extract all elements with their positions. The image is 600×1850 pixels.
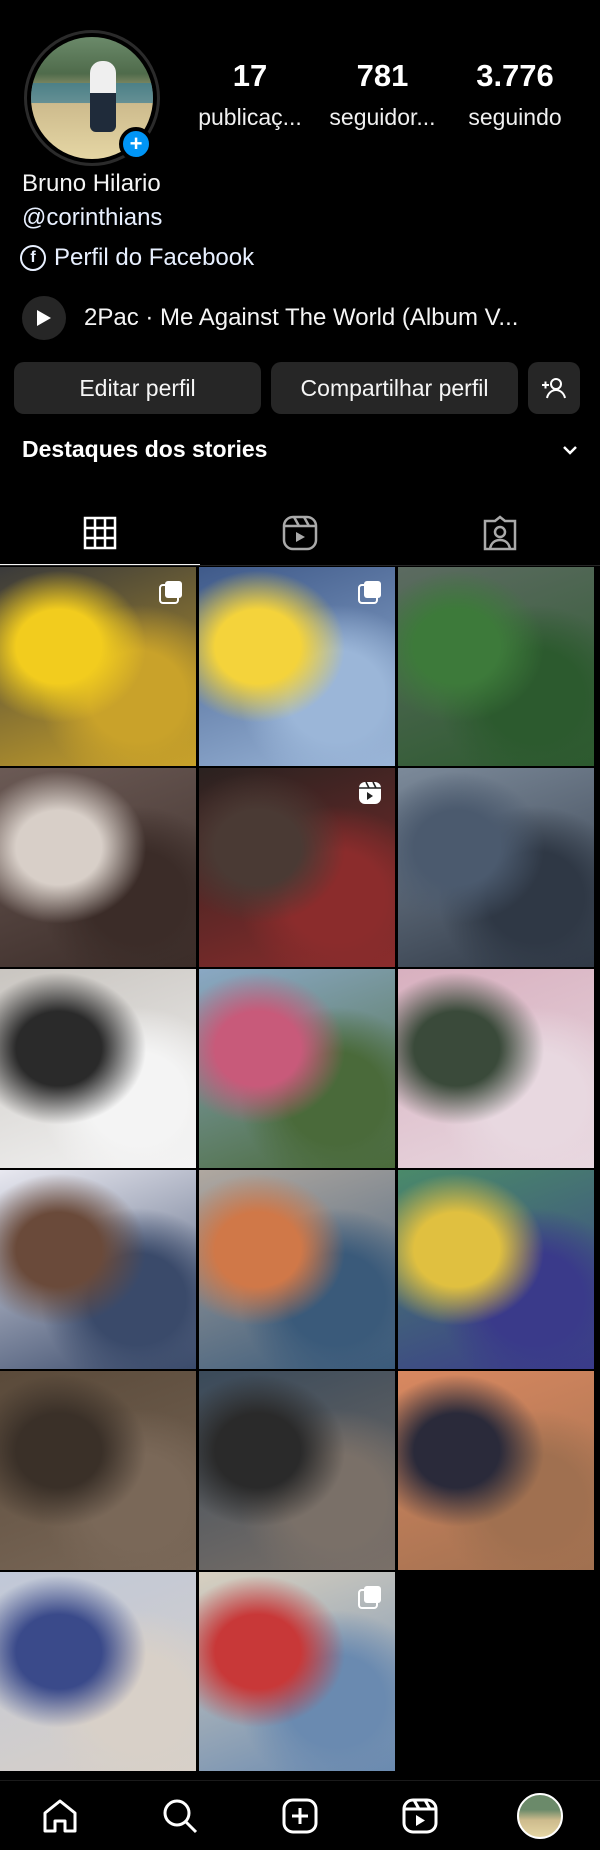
tabs-divider — [0, 565, 600, 566]
play-icon[interactable] — [22, 296, 66, 340]
music-track-label: 2Pac · Me Against The World (Album V... — [84, 304, 519, 331]
post-thumbnail[interactable] — [0, 1170, 196, 1369]
post-thumbnail[interactable] — [0, 567, 196, 766]
facebook-profile-link[interactable]: f Perfil do Facebook — [20, 244, 254, 272]
post-thumbnail[interactable] — [398, 969, 594, 1168]
post-thumbnail[interactable] — [199, 567, 395, 766]
stat-following[interactable]: 3.776 seguindo — [450, 58, 580, 131]
carousel-icon — [358, 581, 381, 604]
post-thumbnail[interactable] — [0, 969, 196, 1168]
post-thumbnail[interactable] — [0, 1371, 196, 1570]
post-thumbnail[interactable] — [398, 1170, 594, 1369]
tab-posts[interactable] — [0, 500, 200, 566]
profile-bio-link[interactable]: @corinthians — [22, 204, 162, 232]
nav-home[interactable] — [30, 1786, 90, 1846]
chevron-down-icon — [563, 445, 577, 455]
facebook-icon: f — [20, 245, 46, 271]
search-icon — [163, 1799, 198, 1833]
reels-icon — [402, 1798, 438, 1833]
stat-followers[interactable]: 781 seguidor... — [318, 58, 448, 131]
add-person-icon — [542, 378, 566, 399]
post-thumbnail[interactable] — [199, 1170, 395, 1369]
story-highlights-header[interactable]: Destaques dos stories — [22, 436, 578, 463]
bottom-navigation — [0, 1780, 600, 1850]
share-profile-button[interactable]: Compartilhar perfil — [271, 362, 518, 414]
carousel-icon — [358, 1586, 381, 1609]
profile-name: Bruno Hilario — [22, 170, 161, 197]
nav-search[interactable] — [150, 1786, 210, 1846]
nav-create[interactable] — [270, 1786, 330, 1846]
stat-posts[interactable]: 17 publicaç... — [185, 58, 315, 131]
post-thumbnail[interactable] — [199, 969, 395, 1168]
create-icon — [282, 1798, 318, 1833]
stat-label: seguidor... — [329, 104, 436, 130]
stat-value: 781 — [356, 58, 409, 93]
stat-label: seguindo — [468, 104, 562, 130]
profile-tabs — [0, 500, 600, 566]
post-thumbnail[interactable] — [398, 768, 594, 967]
profile-page: + 17 publicaç... 781 seguidor... 3.776 s… — [0, 0, 600, 1850]
profile-music[interactable]: 2Pac · Me Against The World (Album V... — [22, 296, 518, 340]
reel-icon — [359, 781, 381, 804]
stat-value: 3.776 — [476, 58, 554, 93]
post-thumbnail[interactable] — [199, 1572, 395, 1771]
reels-icon — [282, 515, 318, 551]
tab-tagged[interactable] — [400, 500, 600, 566]
post-thumbnail[interactable] — [398, 567, 594, 766]
post-thumbnail[interactable] — [199, 1371, 395, 1570]
post-thumbnail[interactable] — [0, 1572, 196, 1771]
nav-profile[interactable] — [510, 1786, 570, 1846]
stat-value: 17 — [232, 58, 268, 93]
post-thumbnail[interactable] — [199, 768, 395, 967]
post-thumbnail[interactable] — [398, 1371, 594, 1570]
discover-people-button[interactable] — [528, 362, 580, 414]
highlights-title: Destaques dos stories — [22, 436, 268, 462]
nav-reels[interactable] — [390, 1786, 450, 1846]
facebook-link-label: Perfil do Facebook — [54, 244, 255, 271]
profile-stats: 17 publicaç... 781 seguidor... 3.776 seg… — [185, 58, 580, 131]
profile-actions: Editar perfil Compartilhar perfil — [14, 362, 580, 414]
profile-avatar-icon — [517, 1792, 563, 1839]
grid-icon — [83, 516, 117, 550]
carousel-icon — [159, 581, 182, 604]
edit-profile-button[interactable]: Editar perfil — [14, 362, 261, 414]
add-story-button[interactable]: + — [119, 127, 153, 161]
tab-reels[interactable] — [200, 500, 400, 566]
stat-label: publicaç... — [198, 104, 302, 130]
post-thumbnail[interactable] — [0, 768, 196, 967]
tagged-icon — [483, 515, 517, 551]
home-icon — [43, 1799, 77, 1832]
